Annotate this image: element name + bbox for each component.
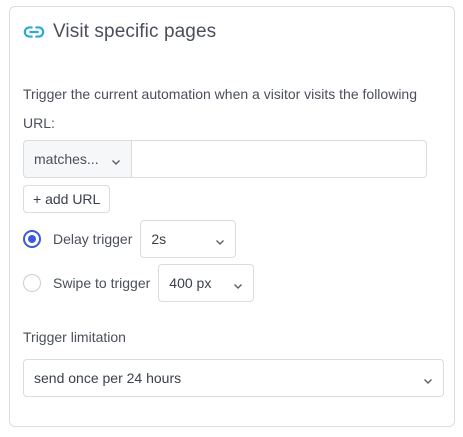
chevron-down-icon (423, 373, 433, 384)
url-input[interactable] (131, 140, 427, 178)
swipe-trigger-radio[interactable] (23, 274, 41, 292)
delay-trigger-option[interactable]: Delay trigger 2s (23, 220, 237, 258)
match-type-value: matches... (34, 151, 99, 167)
chevron-down-icon (215, 234, 225, 245)
url-rule-row: matches... (23, 140, 427, 178)
add-url-button[interactable]: + add URL (23, 185, 111, 213)
swipe-distance-dropdown[interactable]: 400 px (158, 264, 255, 302)
delay-trigger-radio[interactable] (23, 230, 41, 248)
link-icon (23, 21, 45, 43)
match-type-dropdown[interactable]: matches... (23, 140, 131, 178)
delay-duration-dropdown[interactable]: 2s (140, 220, 237, 258)
delay-duration-value: 2s (151, 231, 167, 247)
automation-trigger-card: Visit specific pages Trigger the current… (9, 6, 455, 427)
trigger-limitation-label: Trigger limitation (23, 329, 126, 345)
swipe-trigger-option[interactable]: Swipe to trigger 400 px (23, 264, 255, 302)
trigger-limitation-dropdown[interactable]: send once per 24 hours (23, 359, 444, 397)
chevron-down-icon (233, 278, 243, 289)
trigger-description: Trigger the current automation when a vi… (23, 86, 417, 131)
delay-trigger-label[interactable]: Delay trigger (53, 231, 132, 247)
card-header: Visit specific pages (23, 21, 216, 43)
swipe-trigger-label[interactable]: Swipe to trigger (53, 275, 150, 291)
card-title: Visit specific pages (53, 21, 217, 42)
chevron-down-icon (111, 154, 121, 165)
swipe-distance-value: 400 px (169, 275, 212, 291)
trigger-limitation-value: send once per 24 hours (34, 370, 182, 386)
